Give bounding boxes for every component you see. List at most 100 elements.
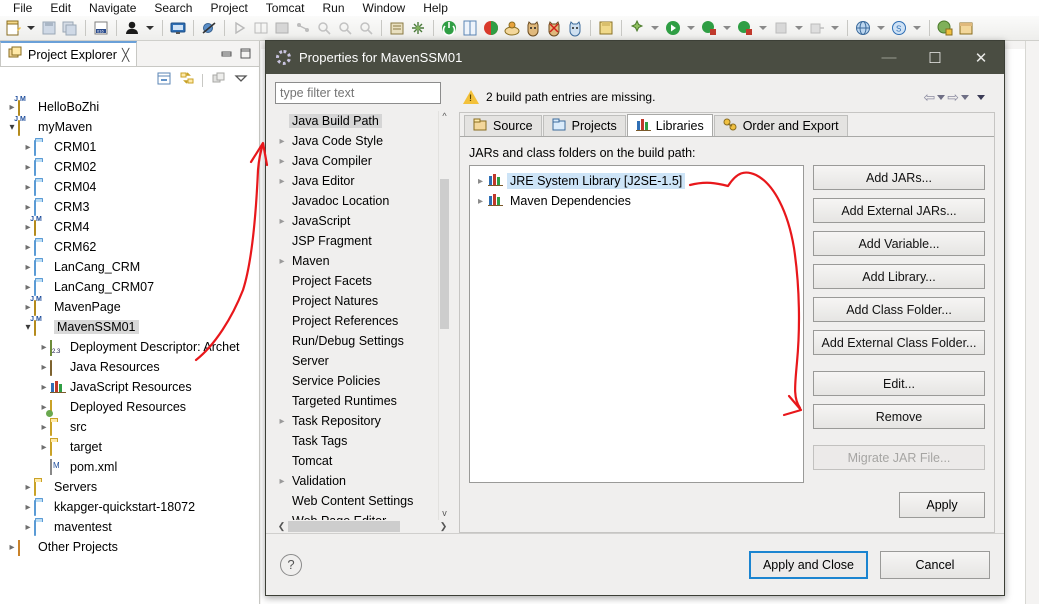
external-tools-caret[interactable] [651,26,659,30]
power-icon[interactable] [439,18,459,38]
tree-expand-arrow-icon[interactable]: ▸ [22,222,34,233]
collapse-all-icon[interactable] [156,71,172,89]
dialog-title-bar[interactable]: Properties for MavenSSM01 — ☐ ✕ [266,41,1004,74]
new-java-class-icon[interactable]: 016 [91,18,111,38]
add-external-jars-button[interactable]: Add External JARs... [813,198,985,223]
scroll-right-arrow-icon[interactable]: ❯ [437,521,450,532]
view-menu-icon[interactable] [233,71,249,89]
library-expand-arrow-icon[interactable]: ▸ [473,176,488,187]
settings-item-tomcat[interactable]: Tomcat [275,451,438,471]
menu-item-edit[interactable]: Edit [41,1,80,15]
settings-item-targeted-runtimes[interactable]: Targeted Runtimes [275,391,438,411]
settings-item-validation[interactable]: ▸ Validation [275,471,438,491]
settings-item-project-references[interactable]: Project References [275,311,438,331]
hscroll-thumb[interactable] [288,521,400,532]
settings-item-java-compiler[interactable]: ▸ Java Compiler [275,151,438,171]
tree-expand-arrow-icon[interactable]: ▸ [22,142,34,153]
perspective-icon[interactable] [460,18,480,38]
skip-breakpoints-icon[interactable] [199,18,219,38]
focus-on-active-task-icon[interactable] [210,71,226,89]
forward-dropdown-caret[interactable] [961,94,969,100]
user-dropdown-caret[interactable] [146,26,154,30]
settings-item-task-repository[interactable]: ▸ Task Repository [275,411,438,431]
tree-expand-arrow-icon[interactable]: ▸ [38,342,50,353]
library-item-maven-dependencies[interactable]: ▸ Maven Dependencies [473,191,800,211]
tree-item-crm62[interactable]: ▸ CRM62 [0,237,259,257]
add-jars-button[interactable]: Add JARs... [813,165,985,190]
project-tree[interactable]: ▸ HelloBoZhi ▾ myMaven ▸ CRM01 ▸ CRM02 ▸ CRM04 ▸ CR… [0,93,259,604]
link-with-editor-icon[interactable] [179,71,195,89]
run-caret[interactable] [687,26,695,30]
perspective-switch-icon[interactable] [956,18,976,38]
tree-expand-arrow-icon[interactable]: ▸ [6,102,18,113]
settings-expand-arrow-icon[interactable]: ▸ [275,216,289,227]
scroll-left-arrow-icon[interactable]: ❮ [275,521,288,532]
settings-item-run-debug-settings[interactable]: Run/Debug Settings [275,331,438,351]
js-icon[interactable]: S [889,18,909,38]
tree-expand-arrow-icon[interactable]: ▸ [22,282,34,293]
tree-item-servers[interactable]: ▸ Servers [0,477,259,497]
browser-caret[interactable] [877,26,885,30]
settings-item-server[interactable]: Server [275,351,438,371]
tree-expand-arrow-icon[interactable]: ▸ [22,182,34,193]
settings-item-maven[interactable]: ▸ Maven [275,251,438,271]
settings-item-web-content-settings[interactable]: Web Content Settings [275,491,438,511]
coverage-icon[interactable] [699,18,719,38]
settings-item-service-policies[interactable]: Service Policies [275,371,438,391]
close-button[interactable]: ✕ [958,41,1004,74]
profile-caret[interactable] [759,26,767,30]
tab-project-explorer[interactable]: Project Explorer ╳ [0,41,138,66]
tab-order-and-export[interactable]: Order and Export [713,115,848,136]
settings-item-java-build-path[interactable]: Java Build Path [275,111,438,131]
maximize-button[interactable]: ☐ [912,41,958,74]
library-item-jre-system-library-j2se-1-5[interactable]: ▸ JRE System Library [J2SE-1.5] [473,171,800,191]
cat-icon-3[interactable] [565,18,585,38]
settings-tree-vscrollbar[interactable]: ^ v [438,111,450,520]
settings-expand-arrow-icon[interactable]: ▸ [275,416,289,427]
js-caret[interactable] [913,26,921,30]
tab-projects[interactable]: Projects [542,115,626,136]
tree-item-javascript-resources[interactable]: ▸ JavaScript Resources [0,377,259,397]
vscroll-thumb[interactable] [440,179,449,329]
tree-item-crm04[interactable]: ▸ CRM04 [0,177,259,197]
tree-item-lancang-crm[interactable]: ▸ LanCang_CRM [0,257,259,277]
add-class-folder-button[interactable]: Add Class Folder... [813,297,985,322]
tree-expand-arrow-icon[interactable]: ▸ [22,162,34,173]
tree-expand-arrow-icon[interactable]: ▸ [6,542,18,553]
tree-item-crm4[interactable]: ▸ CRM4 [0,217,259,237]
profile-icon[interactable] [735,18,755,38]
add-variable-button[interactable]: Add Variable... [813,231,985,256]
apply-button[interactable]: Apply [899,492,985,518]
tree-item-src[interactable]: ▸ src [0,417,259,437]
tree-item-mymaven[interactable]: ▾ myMaven [0,117,259,137]
menu-item-help[interactable]: Help [414,1,457,15]
add-library-button[interactable]: Add Library... [813,264,985,289]
build-caret[interactable] [795,26,803,30]
open-task-icon[interactable] [387,18,407,38]
tree-item-hellobozhi[interactable]: ▸ HelloBoZhi [0,97,259,117]
save-all-icon[interactable] [60,18,80,38]
settings-tree[interactable]: Java Build Path ▸ Java Code Style ▸ Java Com… [275,111,438,520]
tree-item-deployment-descriptor-archet[interactable]: ▸ Deployment Descriptor: Archet [0,337,259,357]
tree-item-maventest[interactable]: ▸ maventest [0,517,259,537]
tree-expand-arrow-icon[interactable]: ▾ [6,122,18,133]
settings-expand-arrow-icon[interactable]: ▸ [275,476,289,487]
save-icon[interactable] [39,18,59,38]
menu-item-navigate[interactable]: Navigate [80,1,145,15]
menu-item-project[interactable]: Project [201,1,256,15]
settings-item-web-page-editor[interactable]: Web Page Editor [275,511,438,520]
libraries-list[interactable]: ▸ JRE System Library [J2SE-1.5] ▸ Maven Dep… [469,165,804,483]
tree-item-mavenpage[interactable]: ▸ MavenPage [0,297,259,317]
tree-expand-arrow-icon[interactable]: ▸ [38,422,50,433]
settings-expand-arrow-icon[interactable]: ▸ [275,156,289,167]
cancel-button[interactable]: Cancel [880,550,990,579]
forward-arrow-icon[interactable]: ⇨ [947,89,959,106]
menu-item-tomcat[interactable]: Tomcat [257,1,314,15]
settings-item-java-code-style[interactable]: ▸ Java Code Style [275,131,438,151]
tree-item-crm3[interactable]: ▸ CRM3 [0,197,259,217]
tree-item-deployed-resources[interactable]: ▸ Deployed Resources [0,397,259,417]
cat-icon-2[interactable] [544,18,564,38]
tree-item-lancang-crm07[interactable]: ▸ LanCang_CRM07 [0,277,259,297]
run-icon[interactable] [663,18,683,38]
tree-item-other-projects[interactable]: ▸ Other Projects [0,537,259,557]
